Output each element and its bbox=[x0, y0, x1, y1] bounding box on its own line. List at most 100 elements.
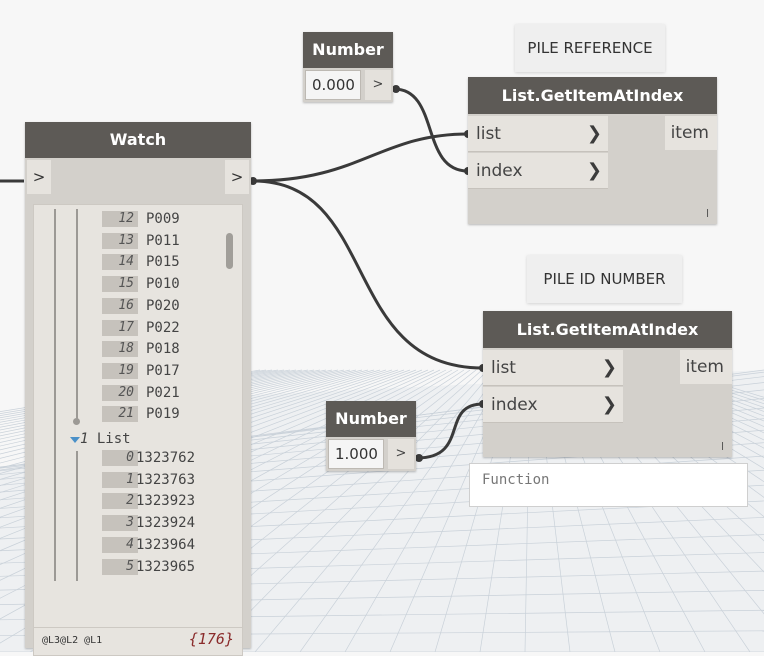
function-preview: Function bbox=[469, 463, 748, 507]
item-index: 20 bbox=[102, 384, 138, 401]
number-node-bottom[interactable]: Number 1.000 > bbox=[326, 401, 416, 471]
get-item-at-index-node-top[interactable]: List.GetItemAtIndex list ❯ index ❯ item … bbox=[468, 77, 717, 224]
node-body: list ❯ index ❯ item l bbox=[468, 114, 717, 224]
item-value: P009 bbox=[146, 211, 180, 227]
port-label: index bbox=[491, 395, 538, 415]
list-item: 4 1323964 bbox=[102, 535, 222, 555]
tree-node-dot bbox=[73, 418, 80, 425]
port-label: index bbox=[476, 161, 523, 181]
note-text: PILE REFERENCE bbox=[527, 39, 653, 57]
item-count: {176} bbox=[188, 630, 234, 648]
output-port[interactable]: > bbox=[388, 439, 414, 469]
note-text: PILE ID NUMBER bbox=[543, 270, 666, 288]
node-body: 1.000 > bbox=[326, 437, 416, 471]
item-value: 1323763 bbox=[136, 471, 196, 488]
item-index: 15 bbox=[102, 276, 138, 293]
node-body: > > 12 P009 13 P011 14 P015 15 P010 16 P020 17 P022… bbox=[25, 158, 251, 656]
get-item-at-index-node-bottom[interactable]: List.GetItemAtIndex list ❯ index ❯ item … bbox=[483, 311, 732, 457]
item-value: 1323964 bbox=[136, 536, 196, 553]
graph-canvas[interactable]: PILE REFERENCE PILE ID NUMBER Number 0.0… bbox=[0, 0, 764, 656]
item-index: 17 bbox=[102, 319, 138, 336]
port-label: list bbox=[476, 124, 501, 144]
list-item: 17 P022 bbox=[102, 318, 222, 338]
item-value: P018 bbox=[146, 341, 180, 358]
input-port[interactable]: > bbox=[27, 160, 51, 194]
item-index: 4 bbox=[102, 536, 138, 553]
lacing-indicator[interactable]: l bbox=[706, 207, 709, 220]
scrollbar-thumb[interactable] bbox=[226, 233, 233, 269]
note-pile-id-number[interactable]: PILE ID NUMBER bbox=[527, 255, 682, 303]
list-item: 21 P019 bbox=[102, 404, 222, 424]
item-index: 12 bbox=[102, 211, 138, 227]
list-item: 19 P017 bbox=[102, 361, 222, 381]
item-index: 1 bbox=[102, 471, 138, 488]
note-pile-reference[interactable]: PILE REFERENCE bbox=[515, 24, 665, 72]
item-value: P021 bbox=[146, 384, 180, 401]
item-index: 2 bbox=[102, 493, 138, 510]
input-port-list[interactable]: list ❯ bbox=[483, 350, 623, 386]
output-port-item[interactable]: item bbox=[680, 350, 732, 384]
item-value: 1323924 bbox=[136, 515, 196, 532]
chevron-right-icon: ❯ bbox=[601, 394, 617, 415]
item-value: P019 bbox=[146, 406, 180, 423]
item-value: 1323923 bbox=[136, 493, 196, 510]
list-item: 2 1323923 bbox=[102, 491, 222, 511]
output-port-item[interactable]: item bbox=[665, 116, 717, 150]
number-node-top[interactable]: Number 0.000 > bbox=[303, 32, 393, 102]
item-index: 19 bbox=[102, 362, 138, 379]
sublist-index: 1 bbox=[80, 431, 89, 447]
lacing-indicator[interactable]: l bbox=[721, 440, 724, 453]
item-index: 14 bbox=[102, 254, 138, 271]
function-label: Function bbox=[482, 472, 550, 488]
node-title: Number bbox=[326, 401, 416, 437]
number-value-field[interactable]: 0.000 bbox=[305, 70, 361, 100]
list-item: 16 P020 bbox=[102, 296, 222, 316]
list-item: 5 1323965 bbox=[102, 557, 222, 577]
list-item: 3 1323924 bbox=[102, 513, 222, 533]
collapse-arrow-icon[interactable] bbox=[70, 437, 80, 443]
chevron-right-icon: ❯ bbox=[586, 123, 602, 144]
input-port-list[interactable]: list ❯ bbox=[468, 116, 608, 152]
output-port[interactable]: > bbox=[225, 160, 249, 194]
list-item: 14 P015 bbox=[102, 252, 222, 272]
item-index: 5 bbox=[102, 558, 138, 575]
item-value: P015 bbox=[146, 254, 180, 271]
list-item: 13 P011 bbox=[102, 231, 222, 251]
tree-line bbox=[76, 451, 78, 581]
node-title: Watch bbox=[25, 122, 251, 158]
list-item: 18 P018 bbox=[102, 339, 222, 359]
node-body: 0.000 > bbox=[303, 68, 393, 102]
sublist-label: List bbox=[96, 431, 131, 447]
port-label: list bbox=[491, 358, 516, 378]
list-item: 0 1323762 bbox=[102, 448, 222, 468]
node-body: list ❯ index ❯ item l bbox=[483, 348, 732, 457]
item-value: 1323965 bbox=[136, 558, 196, 575]
list-item: 1 1323763 bbox=[102, 470, 222, 490]
output-port[interactable]: > bbox=[365, 70, 391, 100]
node-title: List.GetItemAtIndex bbox=[468, 77, 717, 114]
chevron-right-icon: ❯ bbox=[586, 160, 602, 181]
item-index: 3 bbox=[102, 515, 138, 532]
number-value-field[interactable]: 1.000 bbox=[328, 439, 384, 469]
item-index: 16 bbox=[102, 297, 138, 314]
watch-node[interactable]: Watch > > 12 P009 13 P011 14 P015 15 P010 16 P020… bbox=[25, 122, 251, 656]
watch-preview-panel[interactable]: 12 P009 13 P011 14 P015 15 P010 16 P020 17 P022 18 P0… bbox=[33, 204, 243, 628]
item-value: P017 bbox=[146, 362, 180, 379]
item-value: P011 bbox=[146, 232, 180, 249]
item-value: P020 bbox=[146, 297, 180, 314]
item-value: P022 bbox=[146, 319, 180, 336]
list-item: 15 P010 bbox=[102, 274, 222, 294]
list-item: 20 P021 bbox=[102, 383, 222, 403]
tree-line bbox=[76, 209, 78, 421]
item-index: 0 bbox=[102, 450, 138, 466]
list-levels[interactable]: @L3@L2 @L1 bbox=[42, 635, 102, 646]
node-title: List.GetItemAtIndex bbox=[483, 311, 732, 348]
input-port-index[interactable]: index ❯ bbox=[468, 153, 608, 189]
chevron-right-icon: ❯ bbox=[601, 357, 617, 378]
input-port-index[interactable]: index ❯ bbox=[483, 387, 623, 423]
item-index: 21 bbox=[102, 406, 138, 423]
item-index: 18 bbox=[102, 341, 138, 358]
list-item: 12 P009 bbox=[102, 209, 222, 229]
sublist-header[interactable]: 1 List bbox=[80, 431, 131, 447]
item-index: 13 bbox=[102, 232, 138, 249]
